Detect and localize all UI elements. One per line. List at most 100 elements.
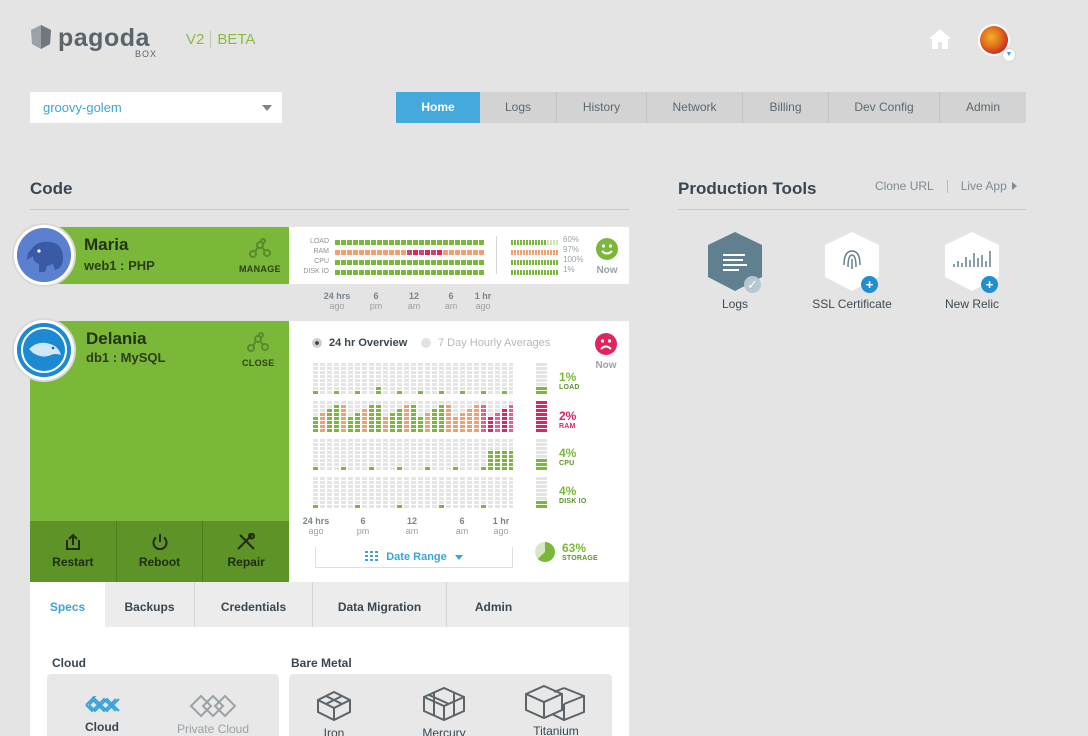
usage-cell <box>362 439 367 442</box>
tool-logs[interactable]: ✓ Logs <box>690 231 780 311</box>
usage-cell <box>334 463 339 466</box>
usage-cell <box>460 417 465 420</box>
usage-cell <box>509 417 513 420</box>
usage-cell <box>355 401 360 404</box>
usage-cell <box>334 391 339 394</box>
user-avatar-menu[interactable]: ▼ <box>978 24 1016 62</box>
tab-home[interactable]: Home <box>396 92 480 123</box>
usage-cell <box>502 463 507 466</box>
usage-cell <box>453 463 458 466</box>
close-button[interactable]: CLOSE <box>242 332 275 368</box>
usage-cell <box>355 459 360 462</box>
tab-dev-config[interactable]: Dev Config <box>829 92 940 123</box>
current-usage-bars <box>536 363 547 508</box>
usage-cell <box>313 505 318 508</box>
option-titanium[interactable]: Titanium <box>521 684 591 736</box>
cloud-lattice-icon <box>85 696 120 713</box>
usage-cell <box>425 459 430 462</box>
restart-icon <box>65 533 80 550</box>
usage-cell <box>313 439 318 442</box>
tool-ssl-certificate[interactable]: + SSL Certificate <box>807 231 897 311</box>
usage-cell <box>390 451 395 454</box>
view-7day-radio[interactable]: 7 Day Hourly Averages <box>421 337 550 349</box>
usage-cell <box>446 379 451 382</box>
usage-cell <box>425 439 430 442</box>
time-tick-top: 24 hrs <box>302 516 330 526</box>
usage-cell <box>502 489 507 492</box>
usage-cell <box>334 409 339 412</box>
home-button[interactable] <box>928 28 952 50</box>
view-24hr-radio[interactable]: 24 hr Overview <box>312 337 407 349</box>
usage-cell <box>369 391 374 394</box>
usage-cell <box>390 421 395 424</box>
usage-cell <box>432 429 437 432</box>
usage-cell <box>404 371 409 374</box>
usage-cell <box>488 443 493 446</box>
option-mercury[interactable]: Mercury <box>414 686 474 736</box>
tab-admin[interactable]: Admin <box>940 92 1026 123</box>
tab-credentials[interactable]: Credentials <box>195 582 313 627</box>
usage-cell <box>334 405 339 408</box>
app-selector[interactable]: groovy-golem <box>30 92 282 123</box>
usage-cell <box>341 371 346 374</box>
usage-cell <box>397 429 402 432</box>
usage-cell <box>327 497 332 500</box>
manage-button[interactable]: MANAGE <box>239 238 281 274</box>
usage-cell <box>313 489 318 492</box>
tool-new-relic[interactable]: + New Relic <box>927 231 1017 311</box>
usage-cell <box>320 485 325 488</box>
usage-cell <box>397 439 402 442</box>
usage-cell <box>369 497 374 500</box>
usage-cell <box>474 405 479 408</box>
option-iron[interactable]: Iron <box>309 690 359 736</box>
usage-cell <box>383 489 388 492</box>
logo[interactable]: pagoda BOX <box>30 24 156 59</box>
repair-button[interactable]: Repair <box>203 521 289 582</box>
usage-cell <box>432 463 437 466</box>
tab-backups[interactable]: Backups <box>105 582 195 627</box>
option-cloud[interactable]: Cloud <box>69 696 135 734</box>
usage-cell <box>488 493 493 496</box>
restart-button[interactable]: Restart <box>30 521 117 582</box>
tab-billing[interactable]: Billing <box>743 92 829 123</box>
usage-cell <box>411 505 416 508</box>
live-app-link[interactable]: Live App <box>961 179 1017 193</box>
tab-specs[interactable]: Specs <box>30 582 105 627</box>
reboot-button[interactable]: Reboot <box>117 521 204 582</box>
tab-history[interactable]: History <box>557 92 647 123</box>
usage-cell <box>348 387 353 390</box>
usage-cell <box>376 379 381 382</box>
bare-metal-options: Iron Mercury Titanium <box>289 674 612 736</box>
usage-cell <box>320 425 325 428</box>
usage-cell <box>327 383 332 386</box>
usage-cell <box>460 379 465 382</box>
usage-cell <box>481 421 486 424</box>
usage-cell <box>390 485 395 488</box>
metric-percentages: 60% 97% 100% 1% <box>563 235 583 275</box>
bar-cell <box>514 249 516 255</box>
usage-cell <box>376 501 381 504</box>
add-icon: + <box>861 276 878 293</box>
usage-cell <box>376 451 381 454</box>
option-private-cloud[interactable]: Private Cloud <box>163 694 263 736</box>
metric-label-disk-io: DISK IO <box>303 268 329 275</box>
bar-cell <box>547 269 549 275</box>
tab-logs[interactable]: Logs <box>480 92 557 123</box>
metric-value-cpu: 100% <box>563 255 584 264</box>
usage-cell <box>390 367 395 370</box>
usage-cell <box>418 501 423 504</box>
usage-cell <box>488 451 493 454</box>
usage-cell <box>460 451 465 454</box>
tab-admin-component[interactable]: Admin <box>447 582 540 627</box>
bar-cell <box>547 249 549 255</box>
usage-cell <box>369 489 374 492</box>
usage-cell <box>411 429 416 432</box>
tab-network[interactable]: Network <box>647 92 743 123</box>
clone-url-link[interactable]: Clone URL <box>875 179 934 193</box>
usage-cell <box>390 401 395 404</box>
tab-data-migration[interactable]: Data Migration <box>313 582 447 627</box>
bar-cell <box>437 239 442 245</box>
bar-cell <box>538 239 540 245</box>
date-range-picker[interactable]: Date Range <box>315 547 513 568</box>
checkmark-icon: ✓ <box>744 276 761 293</box>
